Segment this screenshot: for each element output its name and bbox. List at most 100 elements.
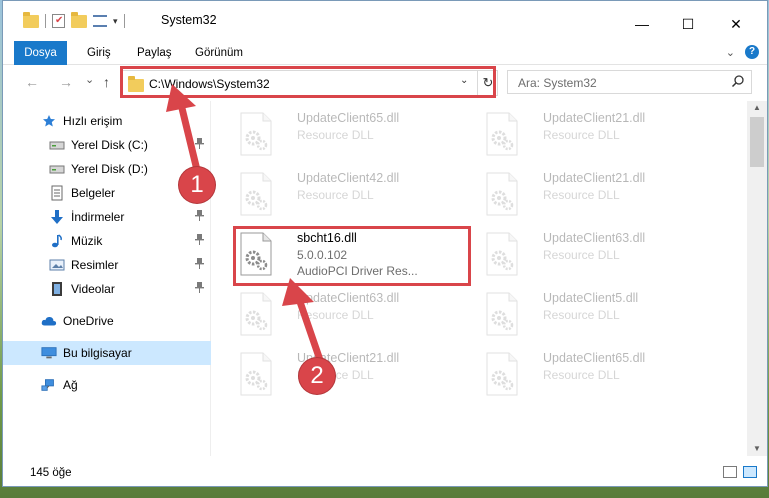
scrollbar-thumb[interactable] (750, 117, 764, 167)
pin-icon[interactable] (195, 234, 204, 248)
details-view-icon[interactable] (723, 466, 737, 478)
sidebar-item-label: Resimler (71, 258, 119, 272)
dll-file-icon (239, 292, 273, 336)
sidebar-item-label: Bu bilgisayar (63, 346, 132, 360)
search-input[interactable]: Ara: System32 (507, 70, 752, 94)
view-switcher (723, 466, 757, 478)
computer-icon (41, 345, 57, 361)
help-icon[interactable]: ? (745, 45, 759, 59)
sidebar-item-a[interactable]: Ağ (3, 373, 211, 397)
videos-icon (49, 281, 65, 297)
dll-file-icon (485, 112, 519, 156)
file-item[interactable]: UpdateClient5.dll Resource DLL (478, 287, 713, 343)
sidebar-item-m-zik[interactable]: Müzik (3, 229, 211, 253)
file-item[interactable]: UpdateClient63.dll Resource DLL (232, 287, 467, 343)
sidebar-item-videolar[interactable]: Videolar (3, 277, 211, 301)
ribbon-tabs: Dosya Giriş Paylaş Görünüm ⌄ ? (3, 41, 767, 65)
dll-file-icon (239, 112, 273, 156)
customize-toolbar-icon[interactable] (93, 15, 107, 27)
file-description: Resource DLL (543, 368, 620, 382)
sidebar-item-label: Ağ (63, 378, 78, 392)
file-item[interactable]: UpdateClient65.dll Resource DLL (232, 107, 467, 163)
sidebar-item-h-zl-eri-im[interactable]: Hızlı erişim (3, 109, 211, 133)
title-bar: ✔ ▾ System32 — ☐ ✕ (3, 1, 767, 41)
tab-file[interactable]: Dosya (14, 41, 67, 65)
file-description: Resource DLL (297, 188, 374, 202)
scroll-down-icon[interactable]: ▼ (747, 442, 767, 456)
network-icon (41, 377, 57, 393)
properties-icon[interactable]: ✔ (52, 14, 65, 28)
new-folder-icon[interactable] (71, 11, 87, 28)
drive-icon (49, 161, 65, 177)
folder-icon (23, 11, 39, 28)
file-item[interactable]: UpdateClient21.dll Resource DLL (232, 347, 467, 403)
dll-file-icon (239, 352, 273, 396)
file-name: UpdateClient21.dll (543, 111, 646, 125)
ribbon-controls: ⌄ ? (726, 45, 759, 59)
file-name: UpdateClient42.dll (297, 171, 400, 185)
download-icon (49, 209, 65, 225)
star-icon (41, 113, 57, 129)
annotation-badge-1: 1 (179, 167, 215, 203)
recent-locations-icon[interactable]: ⌄ (85, 73, 94, 86)
minimize-button[interactable]: — (619, 9, 665, 39)
pin-icon[interactable] (195, 282, 204, 296)
file-description: Resource DLL (543, 248, 620, 262)
sidebar-item-yerel-disk-c[interactable]: Yerel Disk (C:) (3, 133, 211, 157)
file-item[interactable]: UpdateClient42.dll Resource DLL (232, 167, 467, 223)
search-icon[interactable] (731, 74, 745, 91)
dll-file-icon (485, 232, 519, 276)
up-arrow-icon[interactable]: ↑ (103, 74, 110, 90)
pin-icon[interactable] (195, 210, 204, 224)
pin-icon[interactable] (195, 138, 204, 152)
dll-file-icon (239, 172, 273, 216)
file-description: Resource DLL (297, 128, 374, 142)
sidebar-item-label: OneDrive (63, 314, 114, 328)
sidebar-item-resimler[interactable]: Resimler (3, 253, 211, 277)
vertical-scrollbar[interactable]: ▲ ▼ (747, 101, 767, 456)
file-item[interactable]: UpdateClient63.dll Resource DLL (478, 227, 713, 283)
chevron-down-icon[interactable]: ⌄ (726, 46, 735, 59)
forward-arrow-icon[interactable]: → (59, 74, 73, 90)
cloud-icon (41, 313, 57, 329)
tiles-view-icon[interactable] (743, 466, 757, 478)
pictures-icon (49, 257, 65, 273)
maximize-button[interactable]: ☐ (665, 9, 711, 39)
sidebar-item-label: Belgeler (71, 186, 116, 200)
pin-icon[interactable] (195, 258, 204, 272)
close-button[interactable]: ✕ (713, 9, 759, 39)
sidebar-item-label: Videolar (71, 282, 115, 296)
back-arrow-icon[interactable]: ← (25, 74, 39, 90)
annotation-badge-2: 2 (299, 358, 335, 394)
file-name: UpdateClient65.dll (543, 351, 646, 365)
item-count: 145 öğe (30, 467, 72, 479)
scroll-up-icon[interactable]: ▲ (747, 101, 767, 115)
address-highlight-box (120, 66, 496, 98)
file-item[interactable]: UpdateClient21.dll Resource DLL (478, 167, 713, 223)
file-highlight-box (233, 226, 471, 286)
chevron-down-icon[interactable]: ▾ (113, 16, 118, 27)
music-icon (49, 233, 65, 249)
sidebar-item-bu-bilgisayar[interactable]: Bu bilgisayar (3, 341, 211, 365)
divider (123, 14, 125, 28)
navigation-pane: Hızlı erişim Yerel Disk (C:) Yerel Disk (D… (3, 101, 211, 456)
tab-home[interactable]: Giriş (87, 41, 111, 65)
documents-icon (49, 185, 65, 201)
sidebar-item-label: Müzik (71, 234, 103, 248)
dll-file-icon (485, 172, 519, 216)
sidebar-item-label: Yerel Disk (C:) (71, 138, 148, 152)
sidebar-item-i-ndirmeler[interactable]: İndirmeler (3, 205, 211, 229)
status-bar: 145 öğe (3, 456, 767, 486)
tab-view[interactable]: Görünüm (195, 41, 243, 65)
file-item[interactable]: UpdateClient65.dll Resource DLL (478, 347, 713, 403)
file-description: Resource DLL (297, 308, 374, 322)
sidebar-item-onedrive[interactable]: OneDrive (3, 309, 211, 333)
quick-access-toolbar: ✔ ▾ (23, 11, 125, 28)
file-item[interactable]: UpdateClient21.dll Resource DLL (478, 107, 713, 163)
file-description: Resource DLL (543, 308, 620, 322)
file-description: Resource DLL (543, 128, 620, 142)
tab-share[interactable]: Paylaş (137, 41, 172, 65)
sidebar-item-label: İndirmeler (71, 210, 125, 224)
file-description: Resource DLL (543, 188, 620, 202)
file-name: UpdateClient63.dll (543, 231, 646, 245)
